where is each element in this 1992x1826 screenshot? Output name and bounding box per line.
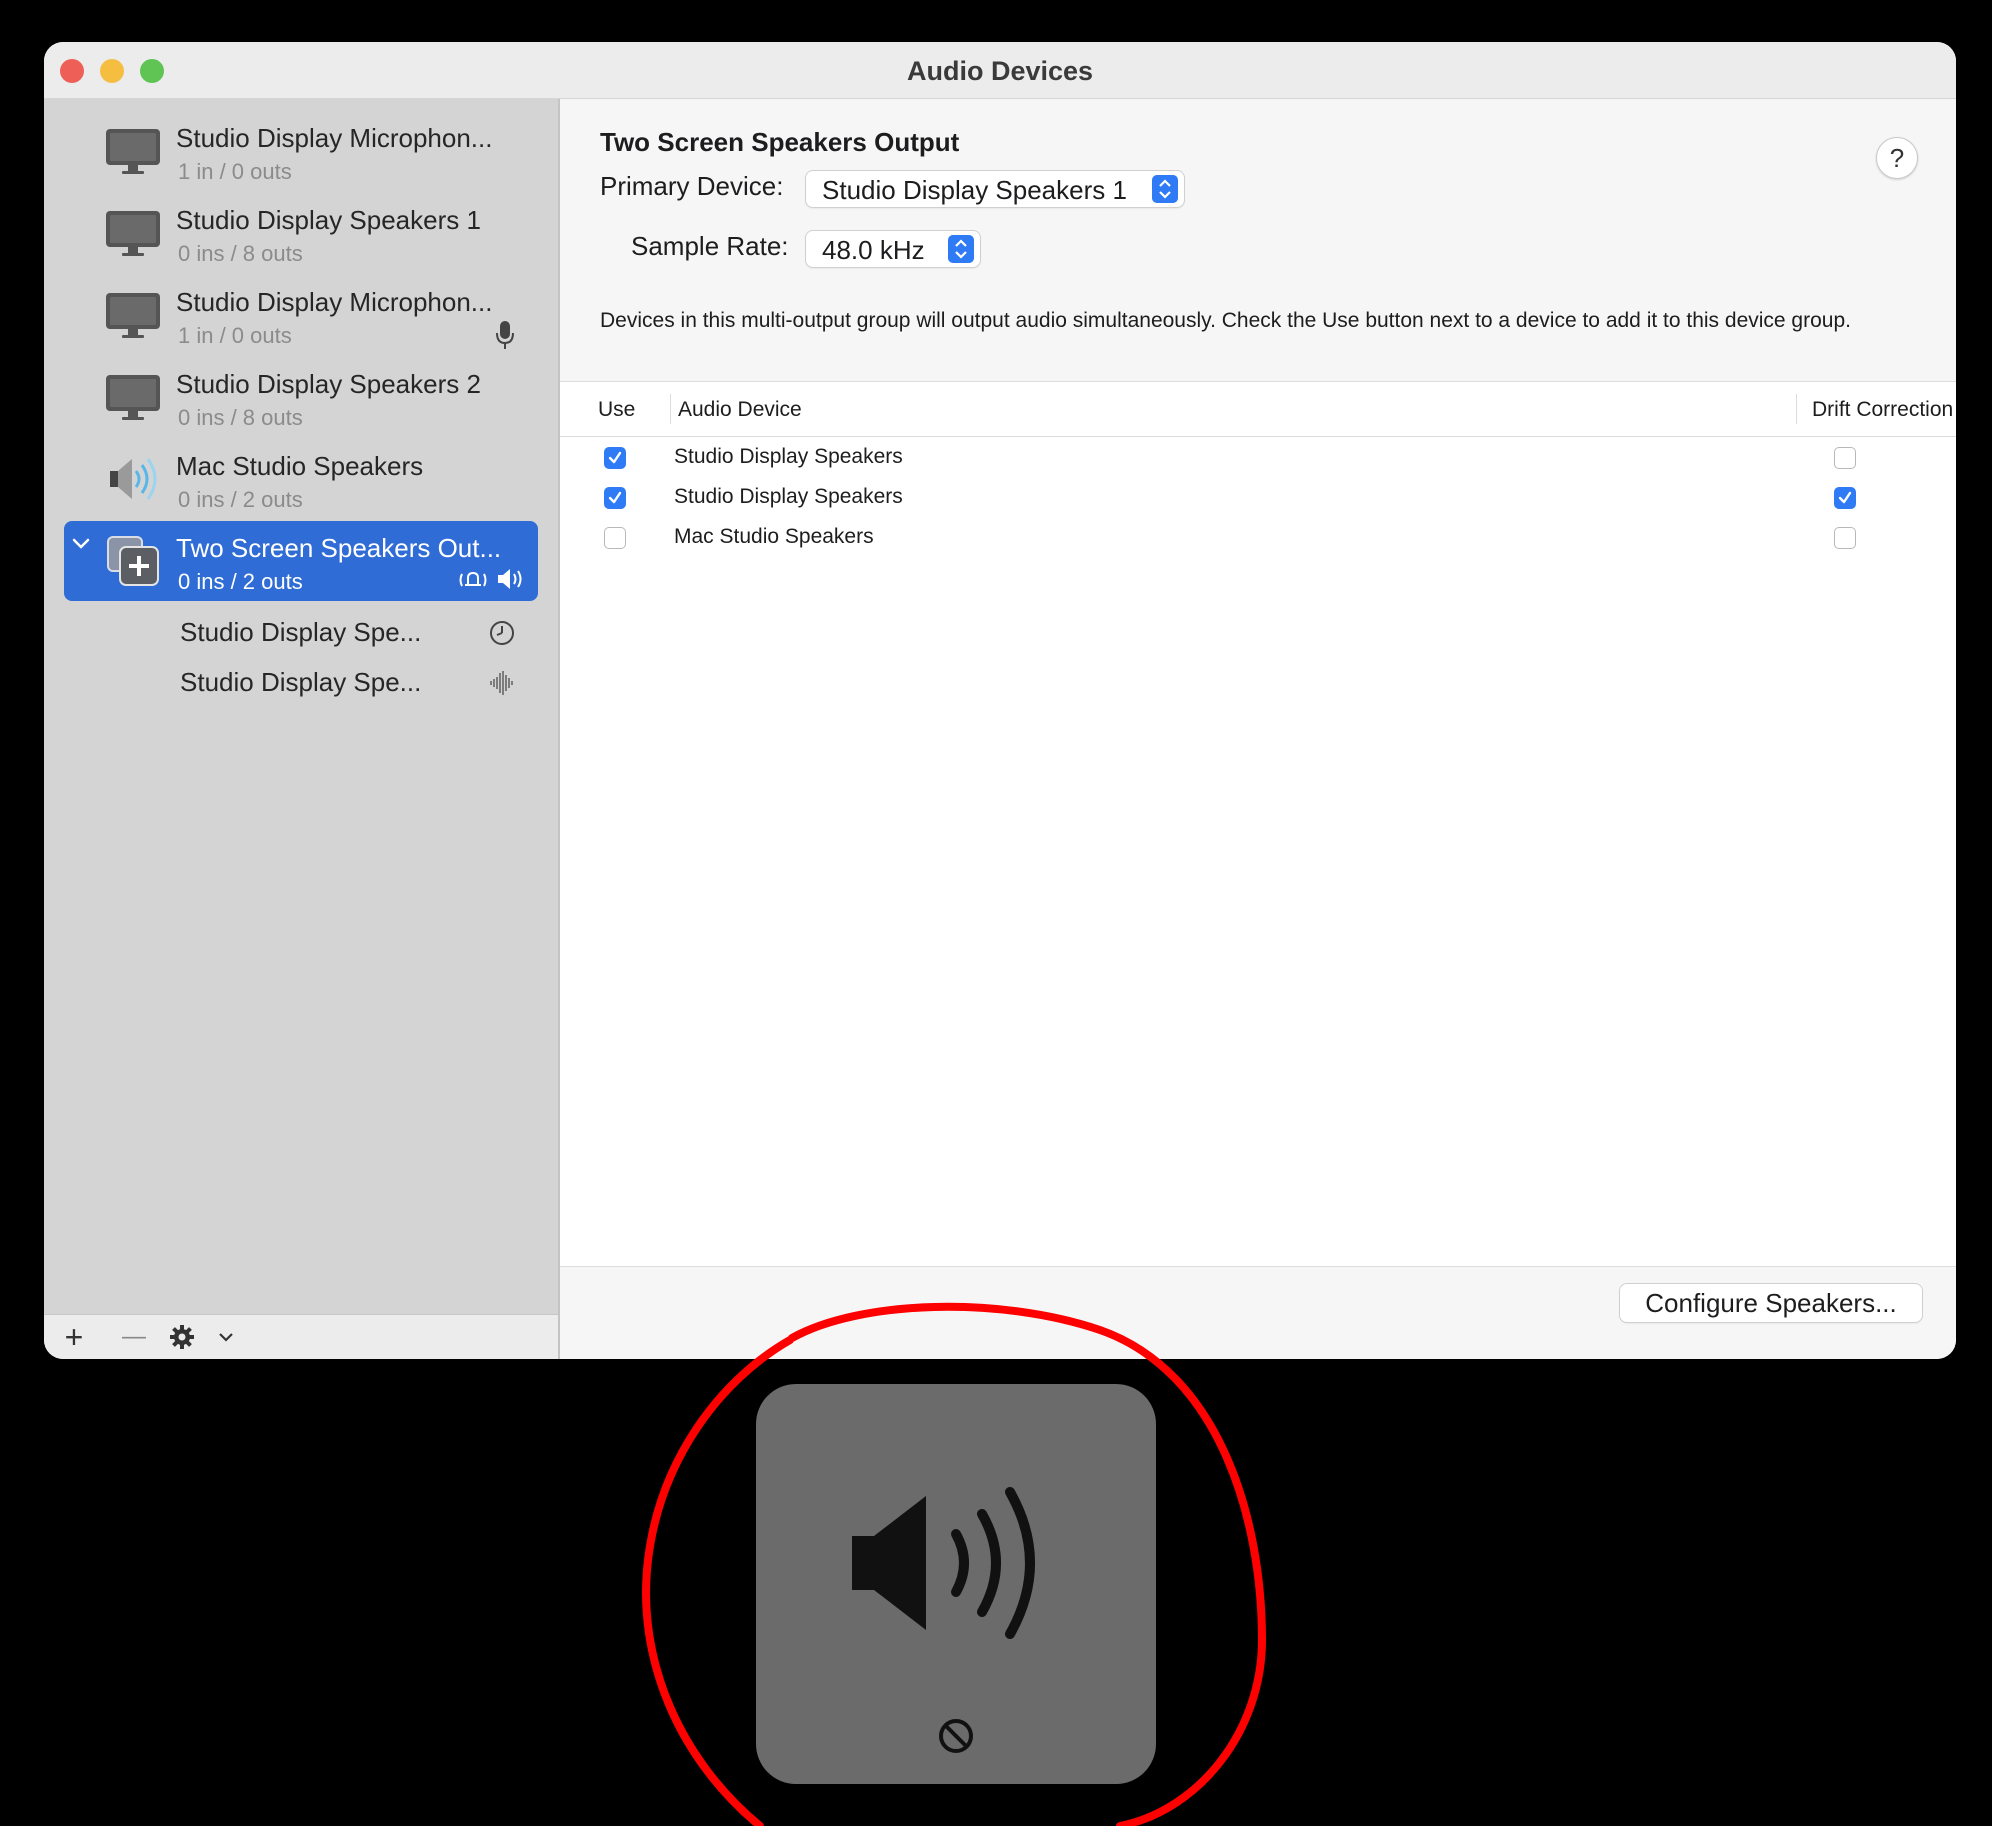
table-row: Studio Display Speakers (560, 438, 1956, 478)
device-io: 1 in / 0 outs (178, 323, 292, 348)
speaker-output-icon (498, 569, 522, 589)
drift-correction-checkbox[interactable] (1834, 447, 1856, 469)
sub-device-item-1[interactable]: Studio Display Spe... (64, 609, 538, 657)
use-checkbox[interactable] (604, 527, 626, 549)
device-item-studio-display-microphone-2[interactable]: Studio Display Microphon... 1 in / 0 out… (64, 275, 538, 355)
display-icon (106, 129, 160, 174)
use-checkbox[interactable] (604, 447, 626, 469)
device-io: 1 in / 0 outs (178, 159, 292, 184)
configure-speakers-button[interactable]: Configure Speakers... (1620, 1284, 1922, 1322)
primary-device-value: Studio Display Speakers 1 (822, 175, 1127, 205)
device-item-studio-display-microphone-1[interactable]: Studio Display Microphon... 1 in / 0 out… (64, 111, 538, 191)
audio-device-name: Studio Display Speakers (674, 485, 903, 508)
table-row: Studio Display Speakers (560, 478, 1956, 518)
drift-correction-checkbox[interactable] (1834, 527, 1856, 549)
device-io: 0 ins / 2 outs (178, 487, 303, 512)
updown-chevron-icon (948, 235, 974, 263)
column-divider (670, 394, 671, 424)
gear-icon[interactable] (166, 1321, 198, 1353)
device-item-mac-studio-speakers[interactable]: Mac Studio Speakers 0 ins / 2 outs (64, 439, 538, 519)
device-detail-panel: Two Screen Speakers Output ? Primary Dev… (560, 99, 1956, 1359)
alert-sound-icon (459, 571, 487, 587)
microphone-icon (496, 321, 514, 349)
table-row: Mac Studio Speakers (560, 518, 1956, 558)
remove-device-button[interactable]: — (118, 1321, 150, 1353)
device-io: 0 ins / 8 outs (178, 241, 303, 266)
sub-device-name: Studio Display Spe... (180, 617, 422, 647)
sample-rate-label: Sample Rate: (631, 231, 789, 261)
device-item-two-screen-speakers-output[interactable]: Two Screen Speakers Out... 0 ins / 2 out… (64, 521, 538, 601)
column-header-audio-device[interactable]: Audio Device (678, 398, 802, 422)
sample-rate-value: 48.0 kHz (822, 235, 925, 265)
drift-correction-checkbox[interactable] (1834, 487, 1856, 509)
device-name: Two Screen Speakers Out... (176, 533, 502, 563)
sidebar-footer: + — (44, 1314, 558, 1359)
device-name: Studio Display Speakers 2 (176, 369, 481, 399)
device-sidebar: Studio Display Microphon... 1 in / 0 out… (44, 99, 560, 1359)
primary-device-label: Primary Device: (600, 171, 784, 201)
sub-device-name: Studio Display Spe... (180, 667, 422, 697)
multi-output-icon (107, 536, 159, 586)
table-header: Use Audio Device Drift Correction (560, 382, 1956, 437)
prohibited-icon (939, 1719, 973, 1753)
title-bar: Audio Devices (44, 42, 1956, 99)
device-name: Studio Display Microphon... (176, 123, 493, 153)
use-checkbox[interactable] (604, 487, 626, 509)
device-item-studio-display-speakers-2[interactable]: Studio Display Speakers 2 0 ins / 8 outs (64, 357, 538, 437)
device-name: Studio Display Microphon... (176, 287, 493, 317)
chevron-down-icon[interactable] (210, 1321, 242, 1353)
add-device-button[interactable]: + (58, 1319, 90, 1355)
column-divider (1796, 394, 1797, 424)
clock-icon (490, 621, 514, 645)
help-button[interactable]: ? (1876, 137, 1918, 179)
window-title: Audio Devices (906, 56, 1094, 86)
updown-chevron-icon (1152, 175, 1178, 203)
display-icon (106, 211, 160, 256)
display-icon (106, 375, 160, 420)
speaker-device-icon (110, 458, 157, 500)
audio-devices-window: Audio Devices Studio Display Microphon..… (44, 42, 1956, 1359)
waveform-icon (490, 671, 513, 695)
column-header-drift-correction[interactable]: Drift Correction (1812, 398, 1953, 422)
group-description: Devices in this multi-output group will … (600, 309, 1851, 332)
device-name: Studio Display Speakers 1 (176, 205, 481, 235)
group-title: Two Screen Speakers Output (600, 127, 960, 157)
volume-icon (852, 1487, 1035, 1639)
device-table: Use Audio Device Drift Correction Studio… (560, 381, 1956, 1267)
audio-device-name: Mac Studio Speakers (674, 525, 874, 548)
volume-hud (756, 1384, 1156, 1784)
device-item-studio-display-speakers-1[interactable]: Studio Display Speakers 1 0 ins / 8 outs (64, 193, 538, 273)
column-header-use[interactable]: Use (598, 398, 635, 422)
device-name: Mac Studio Speakers (176, 451, 424, 481)
chevron-down-icon[interactable] (72, 537, 90, 551)
display-icon (106, 293, 160, 338)
device-io: 0 ins / 8 outs (178, 405, 303, 430)
audio-device-name: Studio Display Speakers (674, 445, 903, 468)
device-io: 0 ins / 2 outs (178, 569, 303, 594)
sub-device-item-2[interactable]: Studio Display Spe... (64, 659, 538, 707)
sample-rate-popup[interactable]: 48.0 kHz (806, 231, 980, 267)
primary-device-popup[interactable]: Studio Display Speakers 1 (806, 171, 1184, 207)
